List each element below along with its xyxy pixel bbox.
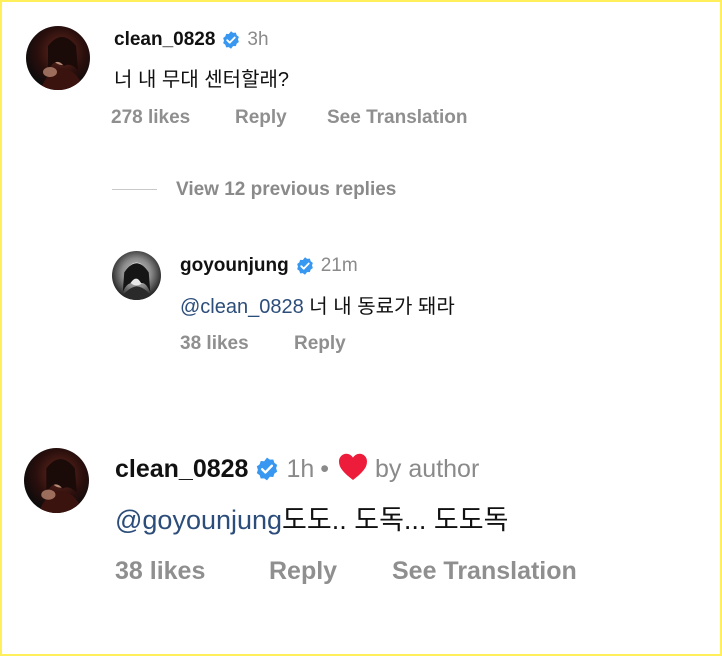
comment-header: clean_0828 1h • by author [115,452,479,486]
see-translation-button[interactable]: See Translation [392,557,577,586]
reply-actions: 38 likes Reply [180,333,346,355]
likes-count[interactable]: 278 likes [111,107,235,129]
verified-badge-icon [295,256,315,276]
reply-text: @clean_0828 너 내 동료가 돼라 [180,290,455,319]
username[interactable]: goyounjung [180,255,289,277]
username[interactable]: clean_0828 [114,29,215,51]
reply-button[interactable]: Reply [269,557,392,586]
by-author-label: by author [375,454,480,483]
timestamp: 21m [320,255,358,276]
comment-message: 도도.. 도독... 도도독 [282,505,509,535]
reply-button[interactable]: Reply [294,333,346,355]
timestamp: 1h [286,454,315,483]
see-translation-button[interactable]: See Translation [327,107,467,129]
thread-divider [112,189,157,190]
mention-link[interactable]: @goyounjung [115,505,282,535]
comment-header: clean_0828 3h [114,28,269,52]
timestamp: 3h [247,29,269,50]
reply-button[interactable]: Reply [235,107,327,129]
avatar[interactable] [26,26,90,90]
username[interactable]: clean_0828 [115,455,248,484]
comment-text: 너 내 무대 센터할래? [114,69,289,91]
comment-actions: 278 likes Reply See Translation [111,107,467,129]
mention-link[interactable]: @clean_0828 [180,296,304,318]
separator-dot: • [320,454,330,483]
likes-count[interactable]: 38 likes [115,557,269,586]
likes-count[interactable]: 38 likes [180,333,294,355]
avatar[interactable] [24,448,89,513]
verified-badge-icon [221,30,241,50]
comment-text: @goyounjung도도.. 도독... 도도독 [115,498,508,537]
comment-actions: 38 likes Reply See Translation [115,557,577,586]
reply-message: 너 내 동료가 돼라 [303,296,455,318]
avatar[interactable] [112,251,161,300]
heart-icon [337,451,369,488]
verified-badge-icon [254,456,280,482]
view-previous-replies-button[interactable]: View 12 previous replies [176,179,396,201]
reply-header: goyounjung 21m [180,254,358,278]
